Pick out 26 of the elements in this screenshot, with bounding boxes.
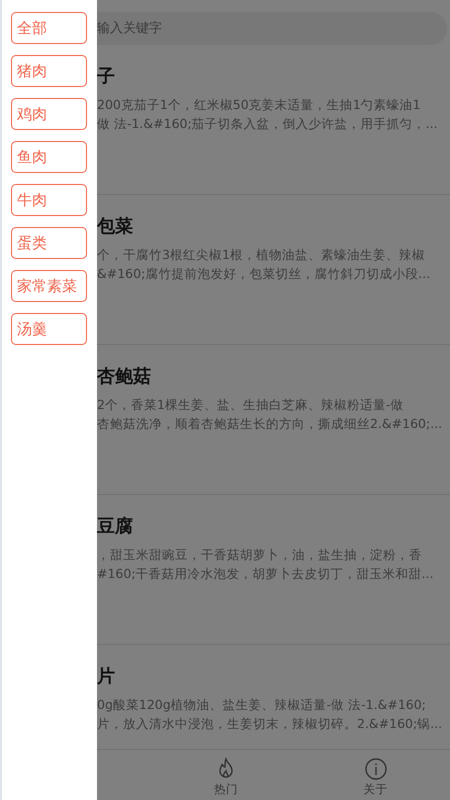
recipe-description: 200克茄子1个，红米椒50克姜末适量，生抽1勺素蠔油1	[97, 96, 421, 114]
search-field[interactable]: 输入关键字	[97, 12, 447, 45]
category-button[interactable]: 鱼肉	[11, 141, 87, 173]
tab-item[interactable]: 热门	[151, 750, 301, 800]
recipe-description: 个，干腐竹3根红尖椒1根，植物油盐、素蠔油生姜、辣椒	[97, 246, 425, 264]
recipe-description: 做 法-1.&#160;茄子切条入盆，倒入少许盐，用手抓匀，...	[97, 115, 438, 133]
category-button[interactable]: 全部	[11, 12, 87, 44]
recipe-description: ，甜玉米甜豌豆，干香菇胡萝卜，油，盐生抽，淀粉，香	[97, 546, 422, 564]
tab-item[interactable]: 关于	[301, 750, 450, 800]
recipe-title: 片	[97, 665, 115, 689]
category-button[interactable]: 汤羹	[11, 313, 87, 345]
category-button[interactable]: 猪肉	[11, 55, 87, 87]
recipe-description: 0g酸菜120g植物油、盐生姜、辣椒适量-做 法-1.&#160;	[97, 696, 426, 714]
recipe-description: 片，放入清水中浸泡，生姜切末，辣椒切碎。2.&#160;锅...	[97, 715, 442, 733]
recipe-title: 豆腐	[97, 515, 133, 539]
info-icon	[364, 757, 388, 781]
recipe-description: #160;干香菇用冷水泡发，胡萝卜去皮切丁，甜玉米和甜...	[97, 565, 434, 583]
category-button[interactable]: 家常素菜	[11, 270, 87, 302]
category-button[interactable]: 牛肉	[11, 184, 87, 216]
recipe-title: 杏鲍菇	[97, 365, 151, 389]
recipe-description: 2个，香菜1棵生姜、盐、生抽白芝麻、辣椒粉适量-做	[97, 396, 404, 414]
category-button[interactable]: 蛋类	[11, 227, 87, 259]
recipe-description: &#160;腐竹提前泡发好，包菜切丝，腐竹斜刀切成小段...	[97, 265, 430, 283]
recipe-description: 杏鲍菇洗净，顺着杏鲍菇生长的方向，撕成细丝2.&#160;...	[97, 415, 442, 433]
category-button[interactable]: 鸡肉	[11, 98, 87, 130]
recipe-title: 子	[97, 65, 115, 89]
